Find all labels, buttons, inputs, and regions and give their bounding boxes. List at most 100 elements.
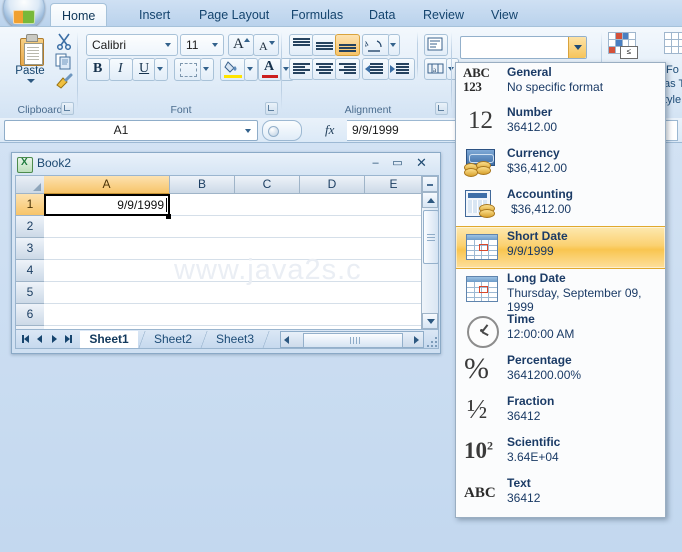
cell-A6[interactable]	[44, 304, 171, 326]
underline-dropdown-button[interactable]	[154, 58, 168, 81]
row-header-2[interactable]: 2	[16, 216, 45, 238]
orientation-dropdown-button[interactable]	[388, 34, 400, 56]
number-format-dropdown-arrow[interactable]	[568, 37, 586, 58]
scroll-up-arrow-button[interactable]	[422, 192, 438, 208]
format-option-number[interactable]: 12 Number 36412.00	[456, 103, 665, 144]
align-right-button[interactable]	[335, 58, 360, 80]
format-option-accounting[interactable]: Accounting $36,412.00	[456, 185, 665, 226]
cell-C1[interactable]	[235, 194, 301, 216]
cell-C5[interactable]	[235, 282, 301, 304]
paste-button[interactable]: Paste	[8, 32, 52, 94]
format-option-short-date[interactable]: Short Date 9/9/1999	[456, 226, 665, 269]
tab-view[interactable]: View	[480, 4, 529, 27]
borders-dropdown-button[interactable]	[200, 58, 214, 81]
cell-D3[interactable]	[300, 238, 366, 260]
format-option-long-date[interactable]: Long Date Thursday, September 09, 1999	[456, 269, 665, 314]
cell-E3[interactable]	[365, 238, 423, 260]
next-sheet-button[interactable]	[48, 333, 60, 345]
cell-C4[interactable]	[235, 260, 301, 282]
workbook-close-button[interactable]: ✕	[413, 156, 430, 171]
sheet-tab-sheet3[interactable]: Sheet3	[208, 331, 262, 348]
orientation-button[interactable]: a	[362, 34, 390, 56]
cell-B5[interactable]	[170, 282, 236, 304]
fill-color-dropdown-button[interactable]	[244, 58, 258, 81]
row-header-4[interactable]: 4	[16, 260, 45, 282]
cut-button[interactable]	[54, 32, 74, 51]
workbook-title-bar[interactable]: Book2 – ▭ ✕	[12, 153, 440, 175]
cell-E6[interactable]	[365, 304, 423, 326]
cell-A5[interactable]	[44, 282, 171, 304]
scroll-down-arrow-button[interactable]	[422, 313, 438, 329]
italic-button[interactable]: I	[109, 58, 133, 81]
name-box[interactable]: A1	[4, 120, 258, 141]
cell-C3[interactable]	[235, 238, 301, 260]
cell-E2[interactable]	[365, 216, 423, 238]
align-left-button[interactable]	[289, 58, 314, 80]
cell-D6[interactable]	[300, 304, 366, 326]
active-cell-A1[interactable]: 9/9/1999	[44, 194, 170, 216]
spreadsheet-grid[interactable]: A B C D E 1 2 3 4 5 6 7 www.java2s.c 9/9…	[15, 175, 439, 330]
formula-bar-expand-button[interactable]	[262, 120, 302, 141]
scroll-right-arrow-icon[interactable]	[414, 336, 419, 344]
merge-cells-button[interactable]: a	[424, 58, 448, 80]
scroll-up-button[interactable]	[422, 176, 438, 192]
clipboard-dialog-launcher[interactable]	[61, 102, 74, 115]
number-format-dropdown-menu[interactable]: ABC 123 General No specific format 12 Number 3…	[455, 62, 666, 518]
cell-E1[interactable]	[365, 194, 423, 216]
shrink-font-button[interactable]: A	[253, 34, 279, 56]
cell-B2[interactable]	[170, 216, 236, 238]
underline-button[interactable]: U	[132, 58, 156, 81]
format-as-table-button[interactable]	[664, 32, 682, 62]
window-resize-grip[interactable]	[425, 335, 437, 347]
format-option-text[interactable]: ABC Text 36412	[456, 474, 665, 517]
column-header-B[interactable]: B	[170, 176, 235, 194]
borders-button[interactable]	[174, 58, 202, 81]
cell-B3[interactable]	[170, 238, 236, 260]
wrap-text-button[interactable]	[424, 34, 448, 56]
align-bottom-button[interactable]	[335, 34, 360, 56]
tab-formulas[interactable]: Formulas	[280, 4, 354, 27]
workbook-maximize-button[interactable]: ▭	[389, 156, 406, 171]
align-top-button[interactable]	[289, 34, 314, 56]
format-option-general[interactable]: ABC 123 General No specific format	[456, 63, 665, 103]
font-color-button[interactable]: A	[258, 58, 282, 81]
cell-B6[interactable]	[170, 304, 236, 326]
tab-review[interactable]: Review	[412, 4, 475, 27]
row-header-5[interactable]: 5	[16, 282, 45, 304]
workbook-minimize-button[interactable]: –	[367, 156, 384, 171]
vertical-scroll-thumb[interactable]	[423, 210, 438, 264]
conditional-formatting-button[interactable]: ≤	[608, 32, 638, 62]
office-button[interactable]	[3, 0, 45, 29]
copy-button[interactable]	[54, 52, 74, 70]
row-header-6[interactable]: 6	[16, 304, 45, 326]
font-size-combobox[interactable]: 11	[180, 34, 224, 56]
insert-function-icon[interactable]: fx	[325, 122, 334, 138]
row-header-1[interactable]: 1	[16, 194, 45, 216]
scroll-left-arrow-icon[interactable]	[284, 336, 289, 344]
format-painter-button[interactable]	[54, 72, 74, 90]
last-sheet-button[interactable]	[62, 333, 74, 345]
horizontal-scroll-thumb[interactable]	[303, 333, 403, 348]
vertical-scrollbar[interactable]	[421, 176, 438, 329]
tab-page-layout[interactable]: Page Layout	[188, 4, 280, 27]
cell-A2[interactable]	[44, 216, 171, 238]
tab-data[interactable]: Data	[358, 4, 406, 27]
horizontal-scrollbar[interactable]	[280, 331, 424, 348]
cell-D1[interactable]	[300, 194, 366, 216]
cell-E5[interactable]	[365, 282, 423, 304]
alignment-dialog-launcher[interactable]	[435, 102, 448, 115]
fill-handle[interactable]	[166, 214, 171, 219]
previous-sheet-button[interactable]	[34, 333, 46, 345]
cell-D5[interactable]	[300, 282, 366, 304]
format-option-time[interactable]: Time 12:00:00 AM	[456, 310, 665, 351]
cell-E4[interactable]	[365, 260, 423, 282]
select-all-corner-button[interactable]	[16, 176, 45, 194]
bold-button[interactable]: B	[86, 58, 110, 81]
format-option-currency[interactable]: Currency $36,412.00	[456, 144, 665, 185]
grow-font-button[interactable]: A	[228, 34, 254, 56]
format-option-percentage[interactable]: % Percentage 3641200.00%	[456, 351, 665, 392]
column-header-D[interactable]: D	[300, 176, 365, 194]
decrease-indent-button[interactable]	[362, 58, 389, 80]
font-dialog-launcher[interactable]	[265, 102, 278, 115]
cell-C6[interactable]	[235, 304, 301, 326]
